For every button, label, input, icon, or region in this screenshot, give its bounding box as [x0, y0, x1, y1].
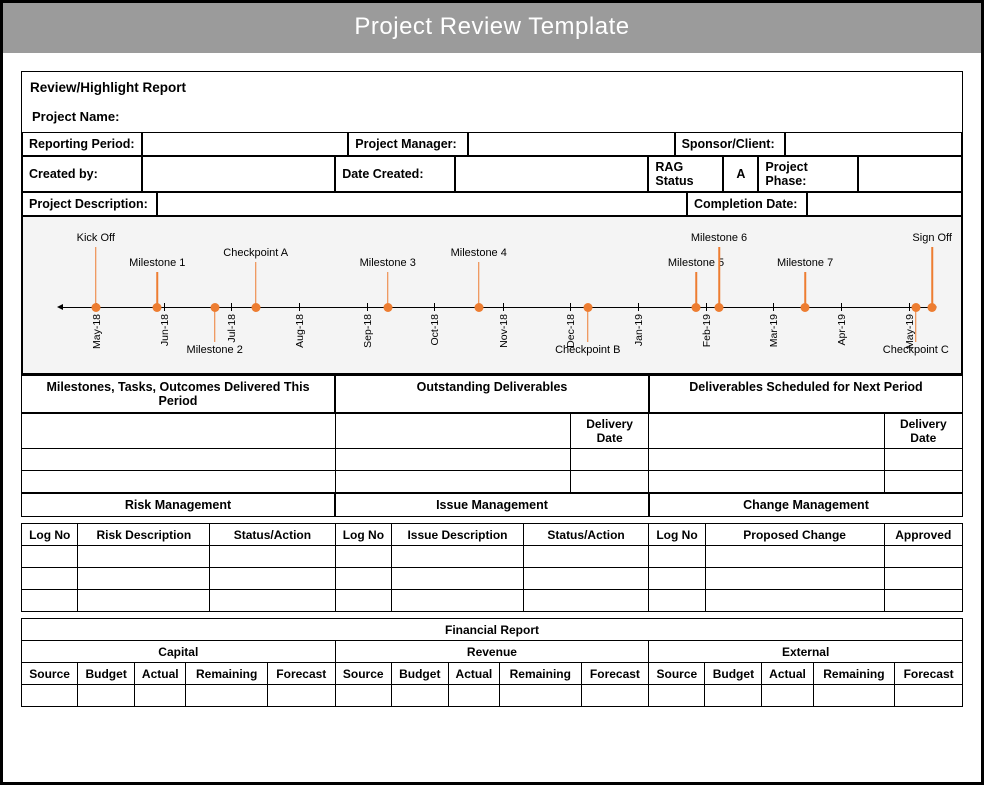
milestone-label: Milestone 6 [691, 232, 747, 244]
project-description-value[interactable] [157, 192, 687, 216]
financial-table: Financial Report Capital Revenue Externa… [21, 618, 963, 707]
axis-tick-label: Apr-19 [836, 314, 848, 346]
management-headers: Risk Management Issue Management Change … [21, 493, 963, 517]
rag-status-value[interactable]: A [723, 156, 758, 192]
management-table: Log No Risk Description Status/Action Lo… [21, 523, 963, 612]
axis-tick [164, 303, 165, 311]
sponsor-client-label: Sponsor/Client: [675, 132, 785, 156]
milestone-label: Sign Off [912, 232, 952, 244]
project-manager-value[interactable] [468, 132, 674, 156]
milestone-label: Milestone 2 [187, 344, 243, 356]
rag-status-label: RAG Status [648, 156, 723, 192]
sponsor-client-value[interactable] [785, 132, 962, 156]
outstanding-deliverables-header: Outstanding Deliverables [335, 375, 649, 413]
timeline-chart: May-18 Jun-18 Jul-18 Aug-18 Sep-18 Oct-18 Nov-… [22, 216, 962, 374]
axis-tick-label: Jan-19 [633, 314, 645, 346]
axis-tick [299, 303, 300, 311]
axis-tick [503, 303, 504, 311]
milestone-stick [214, 307, 216, 342]
axis-tick [434, 303, 435, 311]
created-by-label: Created by: [22, 156, 142, 192]
deliverables-table: Delivery Date Delivery Date [21, 413, 963, 493]
created-by-value[interactable] [142, 156, 335, 192]
axis-tick-label: Jul-18 [226, 314, 238, 343]
page-frame: Project Review Template Review/Highlight… [0, 0, 984, 785]
delivery-date-header-2: Delivery Date [884, 414, 962, 449]
milestone-stick [157, 272, 159, 307]
financial-report-header: Financial Report [22, 619, 963, 641]
milestone-stick [804, 272, 806, 307]
header-section: Review/Highlight Report Project Name: Re… [21, 71, 963, 375]
axis-tick-label: Jun-18 [159, 314, 171, 346]
axis-tick-label: Sep-18 [362, 314, 374, 348]
reporting-period-label: Reporting Period: [22, 132, 142, 156]
milestone-stick [915, 307, 917, 342]
reporting-period-value[interactable] [142, 132, 348, 156]
axis-tick-label: Mar-19 [768, 314, 780, 347]
axis-tick [909, 303, 910, 311]
date-created-label: Date Created: [335, 156, 455, 192]
milestone-label: Checkpoint B [555, 344, 620, 356]
milestone-label: Checkpoint A [223, 247, 288, 259]
milestone-stick [95, 247, 97, 307]
milestone-stick [478, 262, 480, 307]
axis-tick-label: Nov-18 [498, 314, 510, 348]
milestone-label: Milestone 7 [777, 257, 833, 269]
axis-tick [231, 303, 232, 311]
next-period-header: Deliverables Scheduled for Next Period [649, 375, 963, 413]
issue-mgmt-header: Issue Management [335, 493, 649, 517]
milestone-stick [695, 272, 697, 307]
milestone-stick [718, 247, 720, 307]
content-area: Review/Highlight Report Project Name: Re… [3, 53, 981, 721]
axis-tick [570, 303, 571, 311]
project-description-label: Project Description: [22, 192, 157, 216]
milestone-label: Milestone 4 [451, 247, 507, 259]
risk-mgmt-header: Risk Management [21, 493, 335, 517]
project-phase-label: Project Phase: [758, 156, 858, 192]
project-name-label: Project Name: [22, 97, 962, 132]
completion-date-value[interactable] [807, 192, 962, 216]
axis-tick [638, 303, 639, 311]
change-mgmt-header: Change Management [649, 493, 963, 517]
milestone-label: Milestone 5 [668, 257, 724, 269]
axis-tick-label: Aug-18 [294, 314, 306, 348]
milestone-label: Milestone 3 [360, 257, 416, 269]
axis-tick-label: Feb-19 [701, 314, 713, 347]
milestone-stick [387, 272, 389, 307]
milestone-stick [587, 307, 589, 342]
axis-tick [706, 303, 707, 311]
axis-tick-label: Dec-18 [565, 314, 577, 348]
axis-tick [841, 303, 842, 311]
report-title: Review/Highlight Report [22, 72, 962, 97]
milestone-label: Milestone 1 [129, 257, 185, 269]
axis-tick [773, 303, 774, 311]
milestone-stick [255, 262, 257, 307]
axis-tick-label: Oct-18 [429, 314, 441, 346]
deliverables-headers: Milestones, Tasks, Outcomes Delivered Th… [21, 375, 963, 413]
delivery-date-header-1: Delivery Date [570, 414, 648, 449]
title-bar: Project Review Template [3, 3, 981, 53]
axis-tick [367, 303, 368, 311]
project-manager-label: Project Manager: [348, 132, 468, 156]
axis-tick-label: May-18 [91, 314, 103, 349]
project-phase-value[interactable] [858, 156, 962, 192]
date-created-value[interactable] [455, 156, 648, 192]
milestone-stick [931, 247, 933, 307]
milestone-label: Checkpoint C [883, 344, 949, 356]
completion-date-label: Completion Date: [687, 192, 807, 216]
delivered-this-period-header: Milestones, Tasks, Outcomes Delivered Th… [21, 375, 335, 413]
milestone-label: Kick Off [77, 232, 115, 244]
